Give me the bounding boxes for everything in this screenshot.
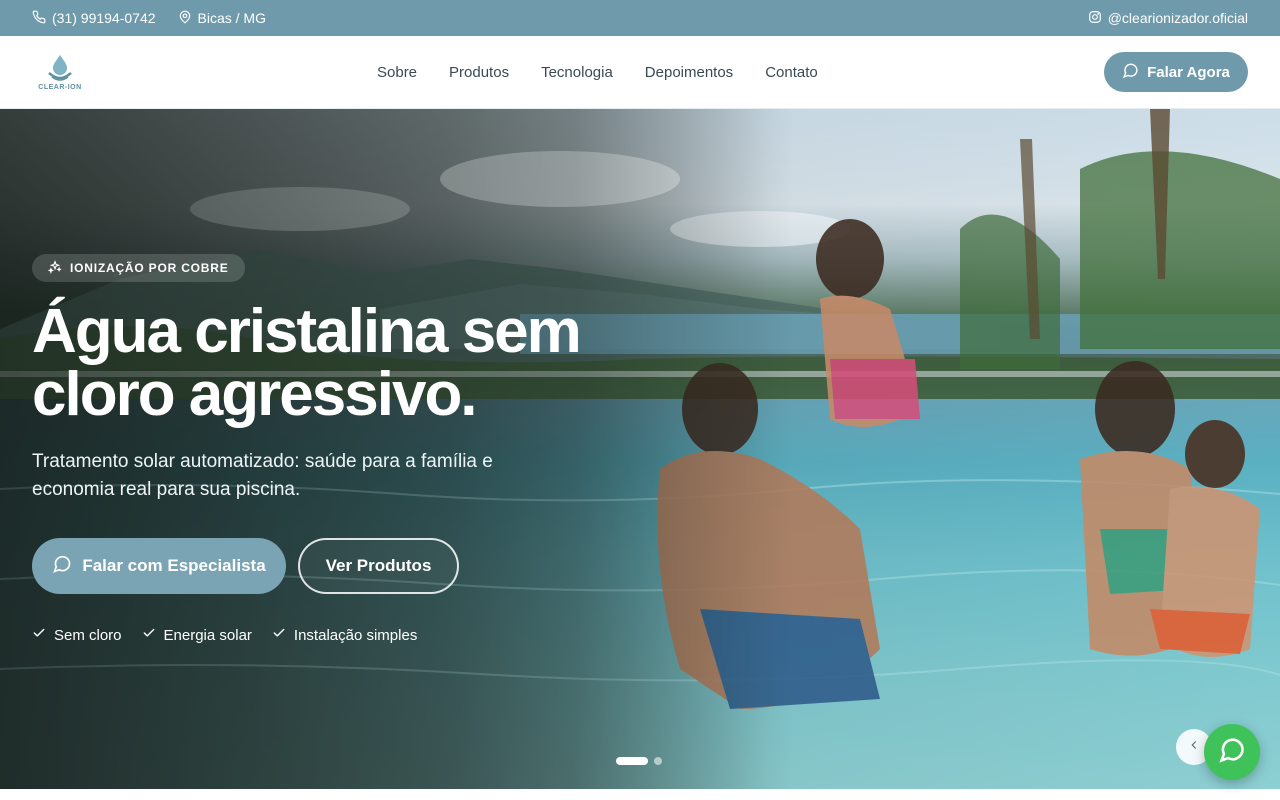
hero-title-line1: Água cristalina sem [32, 297, 582, 366]
nav-item-tecnologia[interactable]: Tecnologia [525, 64, 629, 81]
nav-item-depoimentos[interactable]: Depoimentos [629, 64, 749, 81]
whatsapp-icon [1218, 736, 1246, 769]
map-pin-icon [178, 10, 192, 27]
primary-button-label: Falar com Especialista [82, 556, 266, 575]
feature-label: Sem cloro [54, 626, 122, 644]
whatsapp-float-button[interactable] [1204, 724, 1260, 780]
nav-item-sobre[interactable]: Sobre [361, 64, 433, 81]
hero-section: IONIZAÇÃO POR COBRE Água cristalina sem … [0, 109, 1280, 789]
carousel-dot-1[interactable] [616, 757, 648, 765]
hero-subtitle: Tratamento solar automatizado: saúde par… [32, 451, 493, 500]
phone-link[interactable]: (31) 99194-0742 [32, 10, 156, 27]
instagram-handle: @clearionizador.oficial [1107, 10, 1248, 26]
nav-menu: Sobre Produtos Tecnologia Depoimentos Co… [361, 36, 834, 108]
secondary-button-label: Ver Produtos [325, 556, 432, 575]
location: Bicas / MG [178, 10, 266, 27]
falar-agora-button[interactable]: Falar Agora [1104, 52, 1248, 92]
carousel-dots [616, 757, 662, 765]
main-navbar: CLEAR-ION Sobre Produtos Tecnologia Depo… [0, 36, 1280, 109]
carousel-dot-2[interactable] [654, 757, 662, 765]
hero-title-line2: cloro agressivo. [32, 360, 478, 429]
check-icon [32, 626, 46, 644]
chat-bubble-icon [1122, 62, 1139, 83]
instagram-icon [1088, 10, 1102, 27]
feature-item: Instalação simples [272, 626, 417, 644]
top-info-bar: (31) 99194-0742 Bicas / MG @clearionizad… [0, 0, 1280, 36]
logo-drop-icon [48, 55, 72, 81]
instagram-link[interactable]: @clearionizador.oficial [1088, 10, 1248, 27]
logo[interactable]: CLEAR-ION [32, 48, 88, 96]
logo-text: CLEAR-ION [38, 84, 82, 91]
check-icon [272, 626, 286, 644]
phone-number: (31) 99194-0742 [52, 10, 156, 26]
phone-icon [32, 10, 46, 27]
hero-badge: IONIZAÇÃO POR COBRE [32, 254, 245, 282]
nav-item-produtos[interactable]: Produtos [433, 64, 525, 81]
feature-item: Energia solar [142, 626, 252, 644]
chat-bubble-icon [52, 554, 72, 579]
falar-com-especialista-button[interactable]: Falar com Especialista [32, 538, 286, 594]
ver-produtos-button[interactable]: Ver Produtos [298, 538, 459, 594]
hero-features: Sem cloro Energia solar Instalação simpl… [32, 626, 632, 644]
nav-item-contato[interactable]: Contato [749, 64, 834, 81]
hero-content: IONIZAÇÃO POR COBRE Água cristalina sem … [32, 254, 632, 644]
check-icon [142, 626, 156, 644]
location-text: Bicas / MG [197, 10, 266, 26]
hero-title: Água cristalina sem cloro agressivo. [32, 300, 632, 426]
sparkles-icon [47, 259, 62, 277]
chevron-left-icon [1187, 738, 1201, 757]
hero-actions: Falar com Especialista Ver Produtos [32, 538, 632, 594]
hero-badge-text: IONIZAÇÃO POR COBRE [70, 261, 229, 275]
feature-label: Energia solar [163, 626, 252, 644]
falar-agora-label: Falar Agora [1147, 63, 1230, 81]
feature-label: Instalação simples [293, 626, 418, 644]
feature-item: Sem cloro [32, 626, 122, 644]
contact-group: (31) 99194-0742 Bicas / MG [32, 10, 266, 27]
